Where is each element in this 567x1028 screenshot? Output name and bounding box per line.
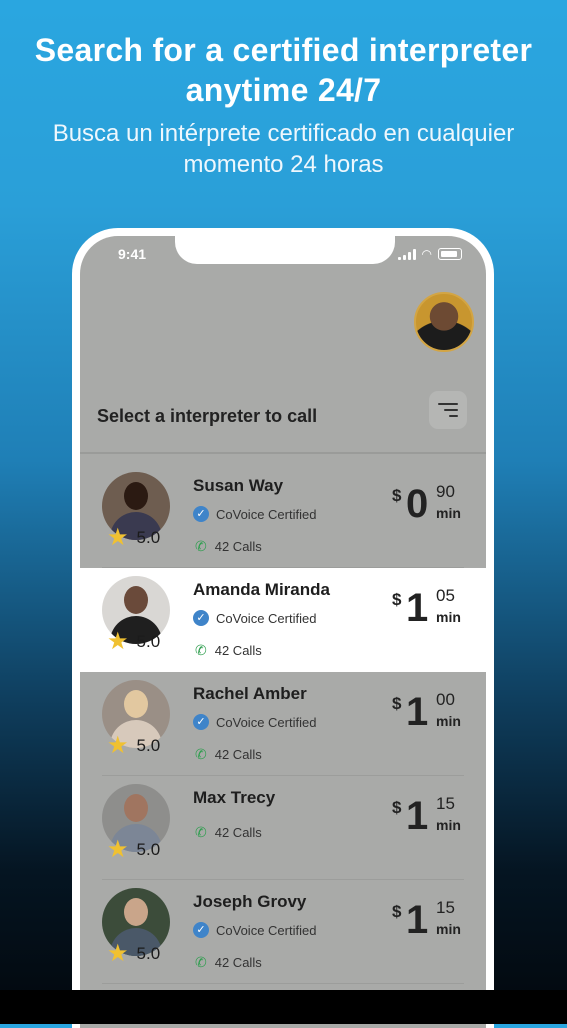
price-integer: 1 (406, 898, 429, 942)
price-currency: $ (392, 590, 402, 609)
divider (80, 452, 486, 454)
rating: ★ 5.0 (107, 628, 161, 655)
phone-icon: ✆ (195, 746, 207, 762)
price-currency: $ (392, 486, 402, 505)
price: $1 15 min (384, 794, 464, 844)
check-badge-icon: ✓ (193, 506, 209, 522)
price-cents: 15 (436, 898, 455, 917)
interpreter-row[interactable]: ★ 5.0 Max Trecy ✆ 42 Calls $1 15 min (80, 776, 486, 880)
certified-badge: ✓ CoVoice Certified (193, 610, 316, 626)
price: $0 90 min (384, 482, 464, 532)
price-currency: $ (392, 694, 402, 713)
price-unit: min (436, 817, 461, 833)
price-cents: 05 (436, 586, 455, 605)
calls-label: 42 Calls (214, 643, 262, 658)
check-badge-icon: ✓ (193, 714, 209, 730)
rating: ★ 5.0 (107, 524, 161, 551)
calls-label: 42 Calls (214, 539, 262, 554)
rating: ★ 5.0 (107, 836, 161, 863)
rating: ★ 5.0 (107, 732, 161, 759)
star-icon: ★ (107, 628, 129, 655)
phone-icon: ✆ (195, 954, 207, 970)
phone-icon: ✆ (195, 824, 207, 840)
star-icon: ★ (107, 940, 129, 967)
star-icon: ★ (107, 836, 129, 863)
price-integer: 1 (406, 794, 429, 838)
bottom-bar (0, 990, 567, 1024)
signal-icon (397, 248, 416, 260)
price-cents: 90 (436, 482, 455, 501)
calls-count: ✆ 42 Calls (195, 538, 262, 555)
price-currency: $ (392, 902, 402, 921)
rating-value: 5.0 (136, 944, 161, 963)
rating-value: 5.0 (136, 840, 161, 859)
rating-value: 5.0 (136, 632, 161, 651)
battery-icon (438, 248, 462, 260)
calls-label: 42 Calls (214, 825, 262, 840)
filter-button[interactable] (429, 391, 467, 429)
price-cents: 15 (436, 794, 455, 813)
price-cents: 00 (436, 690, 455, 709)
user-avatar[interactable] (414, 292, 474, 352)
heading-spanish: Busca un intérprete certificado en cualq… (52, 120, 515, 178)
price: $1 00 min (384, 690, 464, 740)
calls-count: ✆ 42 Calls (195, 954, 262, 971)
interpreter-name: Joseph Grovy (193, 892, 307, 911)
price-integer: 1 (406, 690, 429, 734)
certified-label: CoVoice Certified (216, 506, 317, 522)
price-unit: min (436, 713, 461, 729)
price: $1 15 min (384, 898, 464, 948)
rating-value: 5.0 (136, 736, 161, 755)
certified-badge: ✓ CoVoice Certified (193, 922, 316, 938)
price-integer: 1 (406, 586, 429, 630)
calls-label: 42 Calls (214, 747, 262, 762)
interpreter-name: Max Trecy (193, 788, 276, 807)
price-currency: $ (392, 798, 402, 817)
phone-mockup: 9:41 ◠ Select a interpreter to call ★ 5.0… (72, 228, 494, 1028)
check-badge-icon: ✓ (193, 610, 209, 626)
status-time: 9:41 (118, 246, 147, 262)
interpreter-name: Rachel Amber (193, 684, 307, 703)
calls-label: 42 Calls (214, 955, 262, 970)
filter-icon (438, 403, 458, 405)
certified-label: CoVoice Certified (216, 714, 317, 730)
calls-count: ✆ 42 Calls (195, 746, 262, 763)
page-title: Select a interpreter to call (97, 406, 318, 426)
interpreter-name: Amanda Miranda (193, 580, 330, 599)
certified-label: CoVoice Certified (216, 610, 317, 626)
wifi-icon: ◠ (421, 247, 432, 261)
interpreter-row[interactable]: ★ 5.0 Rachel Amber ✓ CoVoice Certified ✆ 42 Ca… (80, 672, 486, 776)
interpreter-row[interactable]: ★ 5.0 Amanda Miranda ✓ CoVoice Certified ✆ 42 … (80, 568, 486, 672)
certified-label: CoVoice Certified (216, 922, 317, 938)
check-badge-icon: ✓ (193, 922, 209, 938)
heading-english: Search for a certified interpreter anyti… (34, 32, 533, 108)
interpreter-name: Susan Way (193, 476, 284, 495)
app-screen: 9:41 ◠ Select a interpreter to call ★ 5.0… (80, 236, 486, 1028)
rating-value: 5.0 (136, 528, 161, 547)
rating: ★ 5.0 (107, 940, 161, 967)
price-unit: min (436, 609, 461, 625)
calls-count: ✆ 42 Calls (195, 642, 262, 659)
status-icons: ◠ (397, 247, 462, 261)
phone-icon: ✆ (195, 642, 207, 658)
price-unit: min (436, 921, 461, 937)
certified-badge: ✓ CoVoice Certified (193, 506, 316, 522)
price: $1 05 min (384, 586, 464, 636)
interpreter-row[interactable]: ★ 5.0 Susan Way ✓ CoVoice Certified ✆ 42 Calls… (80, 464, 486, 568)
interpreter-row[interactable]: ★ 5.0 Joseph Grovy ✓ CoVoice Certified ✆ 42 Ca… (80, 880, 486, 984)
promo-heading: Search for a certified interpreter anyti… (0, 30, 567, 180)
calls-count: ✆ 42 Calls (195, 824, 262, 841)
certified-badge: ✓ CoVoice Certified (193, 714, 316, 730)
row-divider (102, 983, 464, 984)
star-icon: ★ (107, 732, 129, 759)
phone-icon: ✆ (195, 538, 207, 554)
price-integer: 0 (406, 482, 429, 526)
phone-notch (175, 236, 395, 264)
price-unit: min (436, 505, 461, 521)
star-icon: ★ (107, 524, 129, 551)
